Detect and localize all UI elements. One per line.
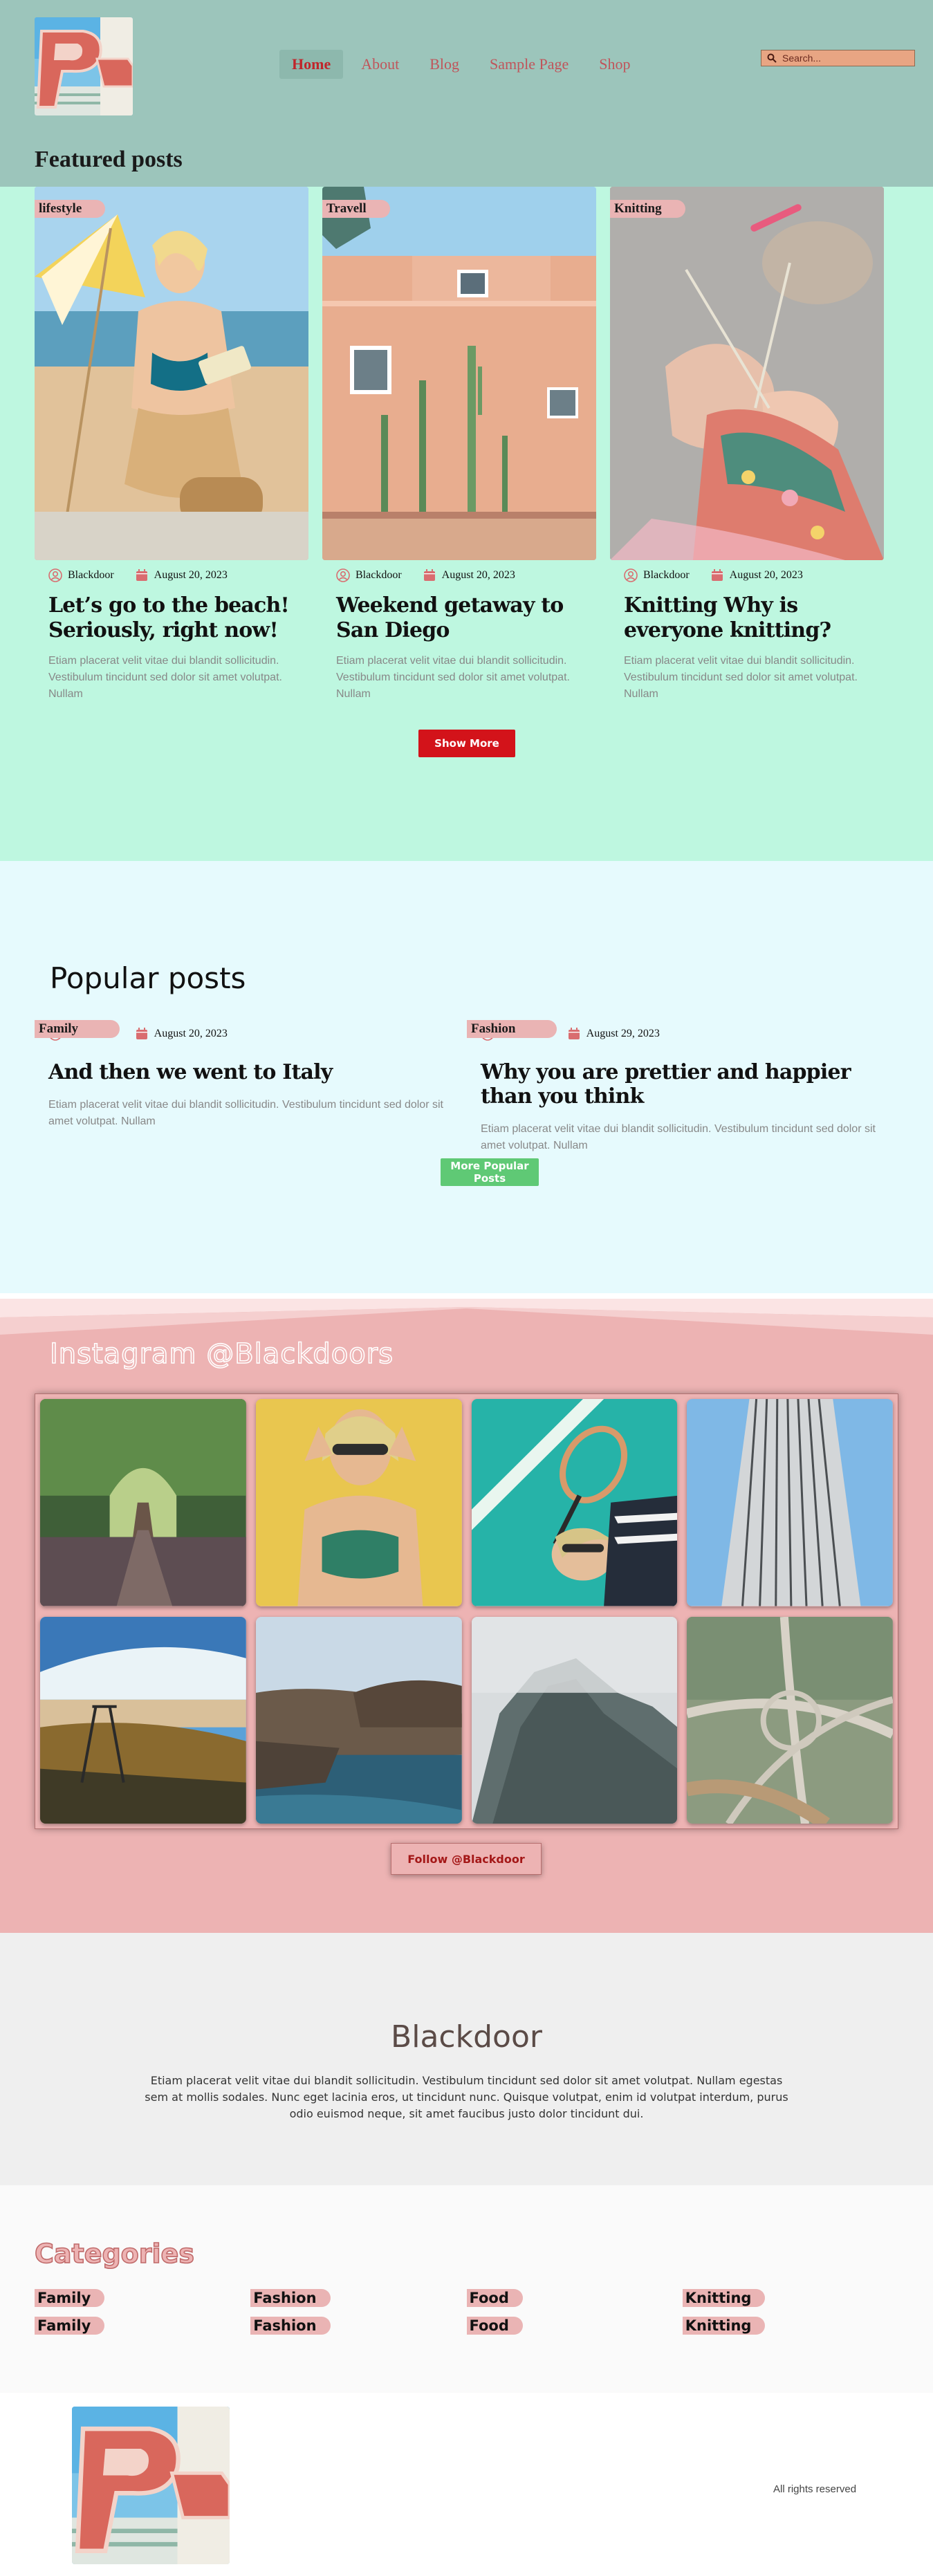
site-logo[interactable]: [35, 17, 133, 115]
popular-card[interactable]: Family Blackdoor August 20, 2023 And the…: [35, 1020, 463, 1130]
search-input[interactable]: [782, 53, 907, 64]
instagram-photo-skyscraper[interactable]: [687, 1399, 893, 1606]
search-icon: [767, 53, 777, 63]
category-tag[interactable]: Fashion: [467, 1020, 557, 1038]
category-link-food[interactable]: Food: [466, 2289, 523, 2307]
user-icon: [624, 568, 638, 582]
category-link-food[interactable]: Food: [466, 2317, 523, 2335]
calendar-icon: [136, 569, 147, 581]
post-excerpt: Etiam placerat velit vitae dui blandit s…: [336, 655, 570, 700]
user-icon: [336, 568, 350, 582]
category-tag[interactable]: lifestyle: [35, 200, 106, 218]
category-link-knitting[interactable]: Knitting: [682, 2317, 766, 2335]
instagram-photo-tennis[interactable]: [471, 1399, 678, 1606]
about-section: Blackdoor Etiam placerat velit vitae dui…: [0, 1933, 933, 2185]
popular-title: Popular posts: [50, 961, 246, 995]
calendar-icon: [711, 569, 723, 581]
nav-home[interactable]: Home: [279, 50, 344, 79]
post-date[interactable]: August 20, 2023: [442, 569, 515, 582]
post-date[interactable]: August 20, 2023: [154, 569, 228, 582]
instagram-photo-lake-swing[interactable]: [40, 1616, 246, 1824]
featured-card[interactable]: Knitting Blackdoor August 20, 2023 Knitt…: [610, 187, 884, 703]
instagram-photo-sea-cliffs[interactable]: [255, 1616, 462, 1824]
post-meta: Blackdoor August 20, 2023: [336, 568, 596, 582]
post-title[interactable]: Why you are prettier and happier than yo…: [481, 1060, 896, 1109]
instagram-grid: [35, 1393, 898, 1829]
more-popular-posts-button[interactable]: More Popular Posts: [441, 1158, 539, 1186]
post-excerpt: Etiam placerat velit vitae dui blandit s…: [48, 1099, 443, 1127]
category-link-family[interactable]: Family: [35, 2317, 105, 2335]
card-image-knitting[interactable]: [610, 187, 884, 560]
categories-grid: Family Fashion Food Knitting Family Fash…: [35, 2289, 898, 2335]
instagram-section: Instagram @Blackdoors Follow @Blackdoor: [0, 1293, 933, 1933]
post-author[interactable]: Blackdoor: [643, 569, 690, 582]
featured-cards: lifestyle Blackdoor August 20, 2023 Let’…: [35, 187, 885, 703]
copyright-text: All rights reserved: [773, 2483, 857, 2495]
instagram-photo-misty-mountain[interactable]: [471, 1616, 678, 1824]
popular-card[interactable]: Fashion Blackdoor August 29, 2023 Why yo…: [467, 1020, 896, 1154]
category-link-fashion[interactable]: Fashion: [250, 2289, 331, 2307]
post-meta: Blackdoor August 20, 2023: [48, 568, 308, 582]
instagram-photo-forest-path[interactable]: [40, 1399, 246, 1606]
post-date[interactable]: August 29, 2023: [586, 1028, 660, 1040]
post-title[interactable]: Weekend getaway to San Diego: [336, 593, 596, 643]
category-link-knitting[interactable]: Knitting: [682, 2289, 766, 2307]
post-title[interactable]: Let’s go to the beach! Seriously, right …: [48, 593, 308, 643]
about-title: Blackdoor: [391, 2019, 542, 2055]
category-link-family[interactable]: Family: [35, 2289, 105, 2307]
post-author[interactable]: Blackdoor: [68, 569, 114, 582]
categories-section: Categories Family Fashion Food Knitting …: [0, 2185, 933, 2393]
post-author[interactable]: Blackdoor: [355, 569, 402, 582]
post-date[interactable]: August 20, 2023: [154, 1028, 228, 1040]
categories-title: Categories: [34, 2238, 195, 2270]
logo-image: [72, 2407, 230, 2564]
post-title[interactable]: And then we went to Italy: [48, 1060, 463, 1084]
category-tag[interactable]: Travell: [322, 200, 390, 218]
calendar-icon: [568, 1028, 580, 1039]
follow-instagram-button[interactable]: Follow @Blackdoor: [391, 1843, 542, 1875]
nav-sample-page[interactable]: Sample Page: [477, 50, 581, 79]
about-text: Etiam placerat velit vitae dui blandit s…: [145, 2074, 788, 2120]
nav-shop[interactable]: Shop: [586, 50, 643, 79]
calendar-icon: [136, 1028, 147, 1039]
instagram-photo-woman-yellow[interactable]: [255, 1399, 462, 1606]
card-image-san-diego[interactable]: [322, 187, 596, 560]
post-excerpt: Etiam placerat velit vitae dui blandit s…: [48, 655, 282, 700]
instagram-photo-highway[interactable]: [687, 1616, 893, 1824]
user-icon: [48, 568, 62, 582]
post-meta: Blackdoor August 20, 2023: [624, 568, 884, 582]
instagram-title: Instagram @Blackdoors: [49, 1337, 394, 1371]
calendar-icon: [423, 569, 435, 581]
logo-image: [35, 17, 133, 115]
site-header: Home About Blog Sample Page Shop Feature…: [0, 0, 933, 252]
nav-blog[interactable]: Blog: [417, 50, 472, 79]
post-date[interactable]: August 20, 2023: [730, 569, 803, 582]
category-tag[interactable]: Knitting: [610, 200, 685, 218]
category-link-fashion[interactable]: Fashion: [250, 2317, 331, 2335]
show-more-button[interactable]: Show More: [418, 730, 515, 757]
main-nav: Home About Blog Sample Page Shop: [279, 50, 643, 79]
featured-card[interactable]: lifestyle Blackdoor August 20, 2023 Let’…: [35, 187, 308, 703]
nav-about[interactable]: About: [349, 50, 412, 79]
featured-card[interactable]: Travell Blackdoor August 20, 2023 Weeken…: [322, 187, 596, 703]
popular-section: Popular posts Family Blackdoor August 20…: [0, 861, 933, 1293]
featured-title: Featured posts: [35, 147, 183, 172]
footer-logo[interactable]: [72, 2407, 230, 2564]
card-image-beach[interactable]: [35, 187, 308, 560]
category-tag[interactable]: Family: [35, 1020, 120, 1038]
post-excerpt: Etiam placerat velit vitae dui blandit s…: [624, 655, 858, 700]
featured-section: lifestyle Blackdoor August 20, 2023 Let’…: [0, 187, 933, 861]
site-footer: All rights reserved: [0, 2393, 933, 2576]
search-box[interactable]: [761, 50, 915, 66]
post-excerpt: Etiam placerat velit vitae dui blandit s…: [481, 1123, 876, 1151]
post-title[interactable]: Knitting Why is everyone knitting?: [624, 593, 884, 643]
